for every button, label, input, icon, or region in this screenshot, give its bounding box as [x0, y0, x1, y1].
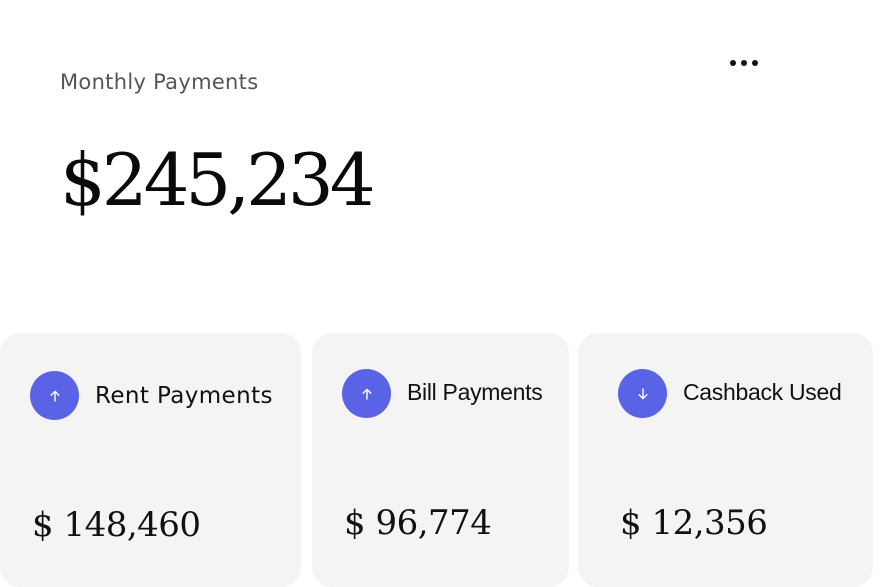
arrow-down-icon: [618, 369, 667, 418]
rent-payments-card[interactable]: Rent Payments $ 148,460: [0, 333, 301, 587]
card-value: $ 148,460: [32, 505, 201, 545]
card-label: Cashback Used: [683, 379, 842, 405]
arrow-up-icon: [30, 371, 79, 420]
arrow-up-icon: [342, 369, 391, 418]
page-title: Monthly Payments: [60, 70, 259, 94]
cashback-used-card[interactable]: Cashback Used $ 12,356: [578, 333, 873, 587]
more-options-button[interactable]: [722, 52, 766, 74]
total-amount: $245,234: [60, 138, 376, 222]
card-value: $ 96,774: [344, 503, 492, 543]
card-label: Rent Payments: [95, 383, 273, 409]
card-label: Bill Payments: [407, 379, 543, 405]
more-horizontal-icon: [741, 60, 747, 66]
bill-payments-card[interactable]: Bill Payments $ 96,774: [312, 333, 569, 587]
card-value: $ 12,356: [620, 503, 768, 543]
more-horizontal-icon: [752, 60, 758, 66]
more-horizontal-icon: [730, 60, 736, 66]
